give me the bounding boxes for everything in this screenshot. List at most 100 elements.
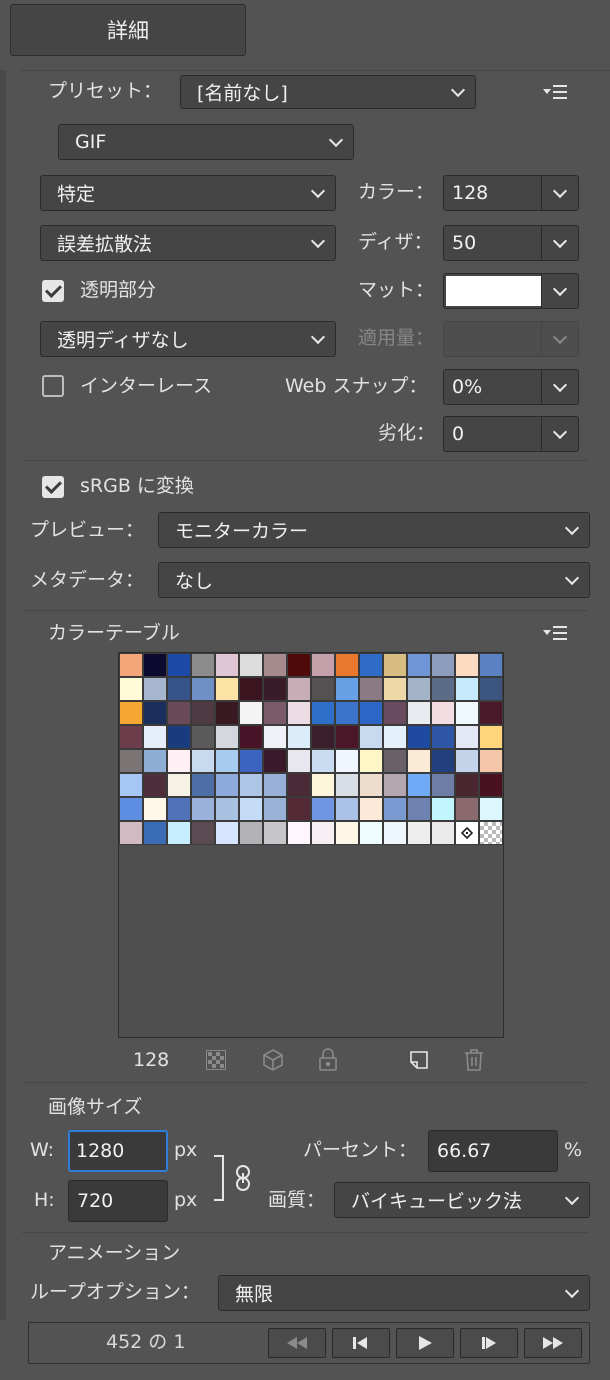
color-swatch[interactable]	[215, 725, 239, 749]
color-swatch[interactable]	[311, 797, 335, 821]
color-swatch[interactable]	[167, 797, 191, 821]
color-swatch[interactable]	[479, 725, 503, 749]
color-swatch[interactable]	[143, 821, 167, 845]
color-swatch[interactable]	[119, 677, 143, 701]
matte-combo[interactable]	[443, 273, 579, 309]
color-swatch[interactable]	[287, 677, 311, 701]
color-swatch[interactable]	[383, 677, 407, 701]
color-swatch[interactable]	[407, 773, 431, 797]
color-swatch[interactable]	[431, 701, 455, 725]
color-swatch[interactable]	[287, 797, 311, 821]
color-swatch[interactable]	[311, 653, 335, 677]
color-swatch[interactable]	[431, 677, 455, 701]
color-swatch[interactable]	[383, 725, 407, 749]
color-swatch[interactable]	[479, 701, 503, 725]
color-swatch[interactable]	[119, 773, 143, 797]
color-swatch[interactable]	[407, 821, 431, 845]
color-swatch[interactable]	[407, 653, 431, 677]
dither-dropdown[interactable]	[541, 226, 578, 260]
color-swatch[interactable]	[359, 701, 383, 725]
color-swatch[interactable]	[407, 749, 431, 773]
color-swatch[interactable]	[191, 677, 215, 701]
color-swatch[interactable]	[143, 749, 167, 773]
percent-input[interactable]: 66.67	[428, 1130, 558, 1172]
color-swatch[interactable]	[479, 821, 503, 845]
next-frame-button[interactable]	[460, 1328, 518, 1358]
dither-combo[interactable]: 50	[443, 225, 579, 261]
matte-dropdown[interactable]	[541, 274, 578, 308]
color-swatch[interactable]	[167, 773, 191, 797]
color-swatch[interactable]	[335, 749, 359, 773]
color-swatch[interactable]	[287, 749, 311, 773]
color-swatch[interactable]	[455, 653, 479, 677]
color-swatch[interactable]	[215, 773, 239, 797]
color-swatch[interactable]	[431, 797, 455, 821]
color-swatch[interactable]	[119, 797, 143, 821]
color-swatch[interactable]	[239, 677, 263, 701]
color-swatch[interactable]	[143, 773, 167, 797]
interlaced-checkbox[interactable]	[42, 375, 64, 397]
colors-dropdown[interactable]	[541, 176, 578, 210]
loop-select[interactable]: 無限	[218, 1275, 590, 1311]
color-swatch[interactable]	[191, 821, 215, 845]
color-swatch[interactable]	[383, 653, 407, 677]
color-swatch[interactable]	[119, 653, 143, 677]
transparency-dither-select[interactable]: 透明ディザなし	[40, 321, 336, 357]
color-swatch[interactable]	[119, 749, 143, 773]
first-frame-button[interactable]	[268, 1328, 326, 1358]
color-swatch[interactable]	[407, 701, 431, 725]
color-swatch[interactable]	[143, 797, 167, 821]
color-swatch[interactable]	[215, 821, 239, 845]
color-swatch[interactable]	[335, 797, 359, 821]
new-color-icon[interactable]	[408, 1048, 430, 1072]
color-swatch[interactable]	[455, 773, 479, 797]
color-swatch[interactable]	[215, 653, 239, 677]
color-swatch[interactable]	[407, 797, 431, 821]
color-swatch[interactable]	[335, 821, 359, 845]
color-swatch[interactable]	[383, 773, 407, 797]
transparency-map-icon[interactable]	[206, 1050, 226, 1070]
height-input[interactable]: 720	[68, 1180, 168, 1222]
color-swatch[interactable]	[359, 725, 383, 749]
color-swatch[interactable]	[407, 725, 431, 749]
web-snap-dropdown[interactable]	[541, 370, 578, 404]
width-input[interactable]: 1280	[68, 1130, 168, 1172]
color-swatch[interactable]	[311, 677, 335, 701]
color-swatch[interactable]	[191, 701, 215, 725]
color-swatch[interactable]	[287, 821, 311, 845]
color-swatch[interactable]	[287, 725, 311, 749]
color-swatch[interactable]	[239, 773, 263, 797]
color-swatch[interactable]	[263, 725, 287, 749]
color-swatch[interactable]	[143, 725, 167, 749]
color-swatch[interactable]	[239, 797, 263, 821]
color-swatch[interactable]	[191, 653, 215, 677]
color-swatch[interactable]	[191, 797, 215, 821]
color-swatch[interactable]	[359, 821, 383, 845]
color-swatch[interactable]	[455, 749, 479, 773]
color-table-menu-icon[interactable]	[543, 625, 567, 643]
color-swatch[interactable]	[335, 701, 359, 725]
color-swatch[interactable]	[263, 677, 287, 701]
color-swatch[interactable]	[239, 821, 263, 845]
color-swatch[interactable]	[239, 653, 263, 677]
color-swatch[interactable]	[143, 653, 167, 677]
color-swatch[interactable]	[191, 725, 215, 749]
color-swatch[interactable]	[479, 773, 503, 797]
color-swatch[interactable]	[311, 773, 335, 797]
color-swatch[interactable]	[431, 749, 455, 773]
color-table-grid[interactable]	[118, 652, 504, 1038]
last-frame-button[interactable]	[524, 1328, 582, 1358]
preview-select[interactable]: モニターカラー	[158, 512, 590, 548]
color-swatch[interactable]	[287, 773, 311, 797]
color-swatch[interactable]	[263, 821, 287, 845]
link-icon[interactable]	[235, 1164, 251, 1192]
color-swatch[interactable]	[287, 701, 311, 725]
color-swatch[interactable]	[311, 701, 335, 725]
color-swatch[interactable]	[455, 821, 479, 845]
format-select[interactable]: GIF	[58, 124, 354, 160]
matte-color-swatch[interactable]	[446, 276, 542, 306]
web-shift-cube-icon[interactable]	[261, 1048, 285, 1072]
color-swatch[interactable]	[143, 701, 167, 725]
color-swatch[interactable]	[359, 797, 383, 821]
color-swatch[interactable]	[167, 725, 191, 749]
